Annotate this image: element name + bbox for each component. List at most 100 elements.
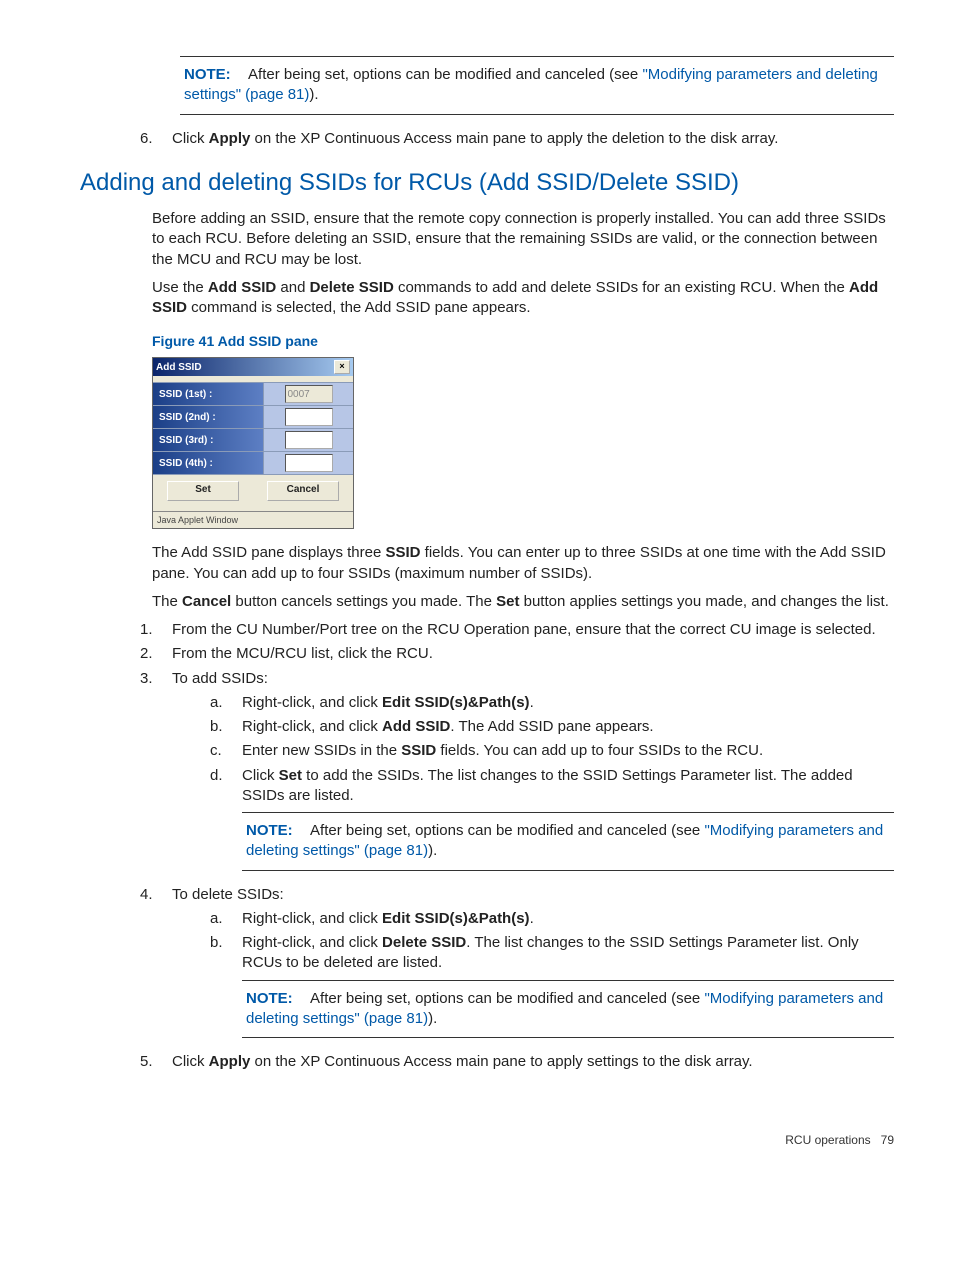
ssid-row: SSID (4th) : — [153, 452, 353, 475]
text: Enter new SSIDs in the — [242, 742, 401, 759]
text: and — [276, 279, 309, 296]
dialog-body: SSID (1st) : SSID (2nd) : SSID (3rd) : S… — [153, 376, 353, 511]
close-icon[interactable]: × — [334, 360, 350, 374]
list-text: Right-click, and click Delete SSID. The … — [242, 933, 894, 974]
list-text: Click Apply on the XP Continuous Access … — [172, 1052, 753, 1072]
paragraph: The Cancel button cancels settings you m… — [152, 592, 894, 612]
list-marker: 6. — [140, 129, 172, 149]
text: . — [530, 910, 534, 927]
text: Right-click, and click — [242, 934, 382, 951]
bold-text: Apply — [209, 1053, 251, 1070]
note-box: NOTE: After being set, options can be mo… — [242, 980, 894, 1039]
paragraph: The Add SSID pane displays three SSID fi… — [152, 543, 894, 584]
ssid-4th-input[interactable] — [285, 454, 333, 472]
ssid-label: SSID (3rd) : — [153, 429, 264, 451]
note-text-after: ). — [428, 1010, 437, 1027]
list-text: Enter new SSIDs in the SSID fields. You … — [242, 741, 763, 761]
note-box: NOTE: After being set, options can be mo… — [242, 812, 894, 871]
cancel-button[interactable]: Cancel — [267, 481, 339, 501]
list-text: Click Set to add the SSIDs. The list cha… — [242, 766, 894, 807]
ssid-label: SSID (2nd) : — [153, 406, 264, 428]
dialog-title: Add SSID — [156, 361, 202, 375]
bold-text: Delete SSID — [310, 279, 394, 296]
text: button applies settings you made, and ch… — [519, 593, 888, 610]
list-marker: 1. — [140, 620, 172, 640]
list-marker: 2. — [140, 644, 172, 664]
list-item: 1. From the CU Number/Port tree on the R… — [140, 620, 894, 640]
ssid-row: SSID (2nd) : — [153, 406, 353, 429]
list-marker: b. — [210, 933, 242, 974]
ssid-label: SSID (1st) : — [153, 383, 264, 405]
list-marker: c. — [210, 741, 242, 761]
bold-text: Edit SSID(s)&Path(s) — [382, 910, 530, 927]
note-text-after: ). — [428, 842, 437, 859]
text: button cancels settings you made. The — [231, 593, 496, 610]
list-marker: a. — [210, 693, 242, 713]
list-item: a. Right-click, and click Edit SSID(s)&P… — [210, 909, 894, 929]
bold-text: Add SSID — [208, 279, 276, 296]
list-text: From the MCU/RCU list, click the RCU. — [172, 644, 433, 664]
text: Right-click, and click — [242, 694, 382, 711]
list-marker: 5. — [140, 1052, 172, 1072]
ssid-1st-input[interactable] — [285, 385, 333, 403]
note-text: After being set, options can be modified… — [310, 822, 704, 839]
dialog-statusbar: Java Applet Window — [153, 511, 353, 528]
list-item: 3. To add SSIDs: — [140, 669, 894, 689]
text: Right-click, and click — [242, 718, 382, 735]
list-item: d. Click Set to add the SSIDs. The list … — [210, 766, 894, 807]
text: The — [152, 593, 182, 610]
note-label: NOTE: — [246, 822, 293, 839]
text: commands to add and delete SSIDs for an … — [394, 279, 849, 296]
text: The Add SSID pane displays three — [152, 544, 385, 561]
list-marker: b. — [210, 717, 242, 737]
text: Use the — [152, 279, 208, 296]
text: on the XP Continuous Access main pane to… — [250, 130, 778, 147]
list-text: To delete SSIDs: — [172, 885, 284, 905]
list-text: Right-click, and click Add SSID. The Add… — [242, 717, 654, 737]
dialog-buttons: Set Cancel — [153, 475, 353, 511]
list-item: 2. From the MCU/RCU list, click the RCU. — [140, 644, 894, 664]
note-text: After being set, options can be modified… — [248, 66, 642, 83]
ssid-2nd-input[interactable] — [285, 408, 333, 426]
ssid-3rd-input[interactable] — [285, 431, 333, 449]
figure-add-ssid-pane: Add SSID × SSID (1st) : SSID (2nd) : SSI… — [152, 357, 894, 529]
text: Click — [172, 130, 209, 147]
ssid-input-cell — [264, 429, 353, 451]
dialog-titlebar: Add SSID × — [153, 358, 353, 376]
paragraph: Use the Add SSID and Delete SSID command… — [152, 278, 894, 319]
footer-page: 79 — [881, 1133, 894, 1147]
list-item: b. Right-click, and click Add SSID. The … — [210, 717, 894, 737]
text: fields. You can add up to four SSIDs to … — [436, 742, 763, 759]
section-heading: Adding and deleting SSIDs for RCUs (Add … — [80, 167, 894, 199]
bold-text: SSID — [401, 742, 436, 759]
list-item: a. Right-click, and click Edit SSID(s)&P… — [210, 693, 894, 713]
figure-caption: Figure 41 Add SSID pane — [152, 332, 894, 351]
list-marker: 3. — [140, 669, 172, 689]
text: . — [530, 694, 534, 711]
text: Click — [242, 767, 279, 784]
ssid-input-cell — [264, 406, 353, 428]
dialog-add-ssid: Add SSID × SSID (1st) : SSID (2nd) : SSI… — [152, 357, 354, 529]
bold-text: Add SSID — [382, 718, 450, 735]
page-footer: RCU operations 79 — [80, 1132, 894, 1148]
text: Right-click, and click — [242, 910, 382, 927]
ssid-row: SSID (1st) : — [153, 382, 353, 406]
text: . The Add SSID pane appears. — [450, 718, 653, 735]
bold-text: Edit SSID(s)&Path(s) — [382, 694, 530, 711]
list-marker: a. — [210, 909, 242, 929]
text: command is selected, the Add SSID pane a… — [187, 299, 531, 316]
text: Click — [172, 1053, 209, 1070]
paragraph: Before adding an SSID, ensure that the r… — [152, 209, 894, 270]
bold-text: Apply — [209, 130, 251, 147]
bold-text: Set — [279, 767, 302, 784]
note-text: After being set, options can be modified… — [310, 990, 704, 1007]
list-item: 5. Click Apply on the XP Continuous Acce… — [140, 1052, 894, 1072]
list-item: c. Enter new SSIDs in the SSID fields. Y… — [210, 741, 894, 761]
bold-text: Delete SSID — [382, 934, 466, 951]
note-text-after: ). — [309, 86, 318, 103]
bold-text: Set — [496, 593, 519, 610]
bold-text: Cancel — [182, 593, 231, 610]
note-box-top: NOTE: After being set, options can be mo… — [180, 56, 894, 115]
set-button[interactable]: Set — [167, 481, 239, 501]
text: on the XP Continuous Access main pane to… — [250, 1053, 752, 1070]
